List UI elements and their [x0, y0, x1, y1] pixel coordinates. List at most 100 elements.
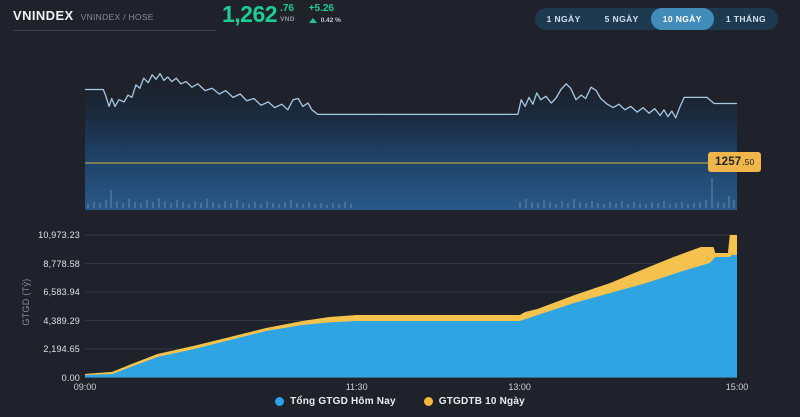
legend-item[interactable]: GTGDTB 10 Ngày: [423, 396, 525, 407]
reference-price-main: 1257: [715, 156, 742, 168]
volume-bar: [224, 201, 226, 208]
volume-bar: [603, 204, 605, 208]
price-area-fill: [85, 73, 737, 210]
volume-bar: [140, 203, 142, 208]
volume-bar: [194, 201, 196, 208]
volume-bar: [555, 204, 557, 208]
volume-bar: [99, 203, 101, 208]
vnindex-trading-widget: VNINDEX VNINDEX / HOSE 1,262 .76 VND +5.…: [0, 0, 800, 417]
volume-bar: [110, 190, 112, 208]
volume-bar: [338, 204, 340, 208]
volume-bar: [105, 200, 107, 208]
volume-bar: [230, 203, 232, 208]
volume-bar: [308, 202, 310, 208]
volume-bar: [609, 202, 611, 208]
volume-bar: [134, 202, 136, 208]
reference-price-badge: 1257 .50: [708, 152, 762, 172]
volume-bar: [693, 203, 695, 208]
y-tick-label: 10,973.23: [38, 230, 80, 240]
volume-bar: [615, 203, 617, 208]
volume-bar: [278, 204, 280, 208]
volume-bar: [164, 201, 166, 208]
volume-bar: [585, 203, 587, 208]
volume-bar: [284, 202, 286, 208]
volume-bar: [314, 204, 316, 208]
volume-bar: [344, 202, 346, 208]
volume-bar: [128, 199, 130, 208]
volume-bar: [728, 196, 730, 208]
volume-bar: [717, 202, 719, 208]
y-tick-label: 8,778.58: [43, 258, 80, 269]
volume-bar: [537, 203, 539, 208]
volume-bar: [705, 200, 707, 208]
volume-bar: [663, 201, 665, 208]
volume-bar: [170, 203, 172, 208]
reference-price-decimal: .50: [742, 157, 755, 167]
volume-bar: [200, 203, 202, 208]
volume-bar: [302, 204, 304, 208]
chart-legend: Tổng GTGD Hôm Nay GTGDTB 10 Ngày: [0, 396, 800, 407]
volume-bar: [93, 202, 95, 208]
x-tick-label: 09:00: [73, 382, 97, 392]
volume-bar: [645, 204, 647, 208]
volume-bar: [236, 200, 238, 208]
volume-bar: [627, 204, 629, 208]
volume-bar: [711, 178, 713, 208]
volume-bar: [176, 200, 178, 208]
legend-dot-icon: [423, 397, 433, 406]
volume-bar: [254, 202, 256, 208]
volume-bar: [681, 202, 683, 208]
volume-bar: [531, 202, 533, 208]
volume-bar: [146, 200, 148, 208]
legend-label: GTGDTB 10 Ngày: [438, 396, 525, 407]
x-tick-label: 15:00: [725, 382, 749, 392]
y-tick-label: 4,389.29: [43, 315, 80, 326]
volume-bar: [206, 199, 208, 208]
y-tick-label: 2,194.65: [43, 343, 80, 354]
volume-bar: [567, 203, 569, 208]
volume-bar: [260, 204, 262, 208]
volume-bar: [320, 203, 322, 208]
volume-bar: [296, 203, 298, 208]
volume-bar: [699, 202, 701, 208]
volume-bar: [579, 202, 581, 208]
volume-bar: [639, 203, 641, 208]
volume-bar: [669, 204, 671, 208]
volume-bar: [633, 202, 635, 208]
volume-bar: [122, 203, 124, 208]
volume-bar: [350, 204, 352, 208]
volume-bar: [242, 203, 244, 208]
volume-bar: [182, 202, 184, 208]
volume-bar: [723, 203, 725, 208]
volume-bar: [218, 204, 220, 208]
volume-bar: [525, 199, 527, 208]
volume-bar: [621, 201, 623, 208]
volume-bar: [332, 203, 334, 208]
x-tick-label: 13:00: [508, 382, 531, 392]
y-tick-label: 0.00: [61, 372, 80, 383]
volume-bar: [675, 203, 677, 208]
volume-bar: [733, 200, 735, 208]
volume-bar: [573, 199, 575, 208]
volume-bar: [248, 204, 250, 208]
volume-bar: [158, 198, 160, 208]
volume-bar: [87, 204, 89, 208]
volume-bar: [188, 204, 190, 208]
charts-canvas[interactable]: [0, 0, 800, 417]
volume-bar: [272, 203, 274, 208]
legend-label: Tổng GTGD Hôm Nay: [290, 396, 396, 407]
y-tick-label: 6,583.94: [43, 286, 80, 297]
volume-bar: [519, 202, 521, 208]
volume-bar: [591, 201, 593, 208]
volume-bar: [116, 201, 118, 208]
legend-dot-icon: [275, 397, 285, 406]
volume-bar: [561, 201, 563, 208]
legend-item[interactable]: Tổng GTGD Hôm Nay: [275, 396, 396, 407]
volume-bar: [657, 203, 659, 208]
volume-bar: [597, 203, 599, 208]
x-tick-label: 11:30: [345, 382, 368, 392]
volume-bar: [326, 205, 328, 208]
volume-bar: [687, 204, 689, 208]
volume-bar: [651, 202, 653, 208]
volume-bar: [543, 200, 545, 208]
